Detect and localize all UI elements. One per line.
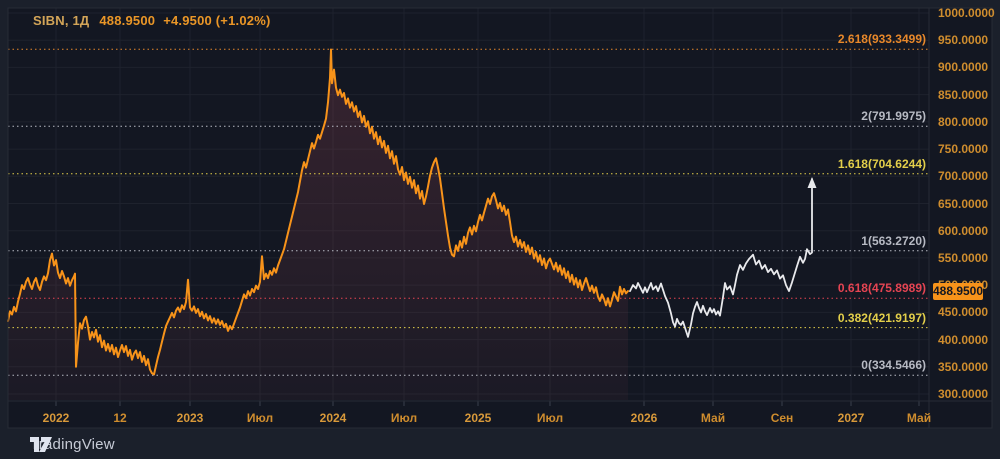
- time-tick-label: 2027: [837, 411, 865, 425]
- chart-widget: SIBN, 1Д 488.9500 +4.9500 (+1.02%) 1000.00…: [0, 0, 1000, 459]
- last-price-badge: 488.9500: [932, 282, 984, 300]
- price-tick-label: 850.0000: [938, 87, 989, 102]
- time-tick-label: Май: [906, 411, 932, 425]
- symbol-title[interactable]: SIBN, 1Д: [33, 13, 89, 28]
- price-tick-label: 550.0000: [938, 250, 989, 265]
- fib-level-label[interactable]: 1(563.2720): [861, 235, 926, 247]
- time-tick-label: Сен: [770, 411, 794, 425]
- price-tick-label: 650.0000: [938, 196, 989, 211]
- price-tick-label: 350.0000: [938, 359, 989, 374]
- symbol-legend: SIBN, 1Д 488.9500 +4.9500 (+1.02%): [33, 13, 278, 28]
- price-chart-canvas[interactable]: [0, 0, 1000, 459]
- fib-level-label[interactable]: 2(791.9975): [861, 110, 926, 122]
- time-tick-label: 2023: [176, 411, 204, 425]
- tradingview-attribution[interactable]: TradingView: [30, 436, 115, 453]
- time-tick-label: 2022: [42, 411, 70, 425]
- price-tick-label: 450.0000: [938, 305, 989, 320]
- price-tick-label: 300.0000: [938, 387, 989, 401]
- time-tick-label: Май: [700, 411, 726, 425]
- price-tick-label: 900.0000: [938, 60, 989, 75]
- price-tick-label: 700.0000: [938, 169, 989, 184]
- time-tick-label: Июл: [246, 411, 274, 425]
- price-tick-label: 800.0000: [938, 114, 989, 129]
- fib-level-label[interactable]: 0.618(475.8989): [838, 282, 926, 294]
- time-tick-label: 2024: [319, 411, 347, 425]
- legend-last-price: 488.9500: [99, 13, 156, 28]
- tradingview-logo-icon: [30, 437, 52, 452]
- legend-change: +4.9500 (+1.02%): [163, 13, 271, 28]
- time-tick-label: Июл: [536, 411, 564, 425]
- time-tick-label: 2025: [464, 411, 492, 425]
- fib-level-label[interactable]: 2.618(933.3499): [838, 33, 926, 45]
- price-tick-label: 750.0000: [938, 142, 989, 157]
- time-tick-label: 12: [113, 411, 127, 425]
- fib-level-label[interactable]: 0(334.5466): [861, 359, 926, 371]
- price-tick-label: 1000.0000: [938, 6, 995, 20]
- fib-level-label[interactable]: 1.618(704.6244): [838, 158, 926, 170]
- time-tick-label: Июл: [390, 411, 418, 425]
- price-tick-label: 950.0000: [938, 33, 989, 48]
- price-tick-label: 600.0000: [938, 223, 989, 238]
- price-tick-label: 400.0000: [938, 332, 989, 347]
- time-tick-label: 2026: [630, 411, 658, 425]
- fib-level-label[interactable]: 0.382(421.9197): [838, 312, 926, 324]
